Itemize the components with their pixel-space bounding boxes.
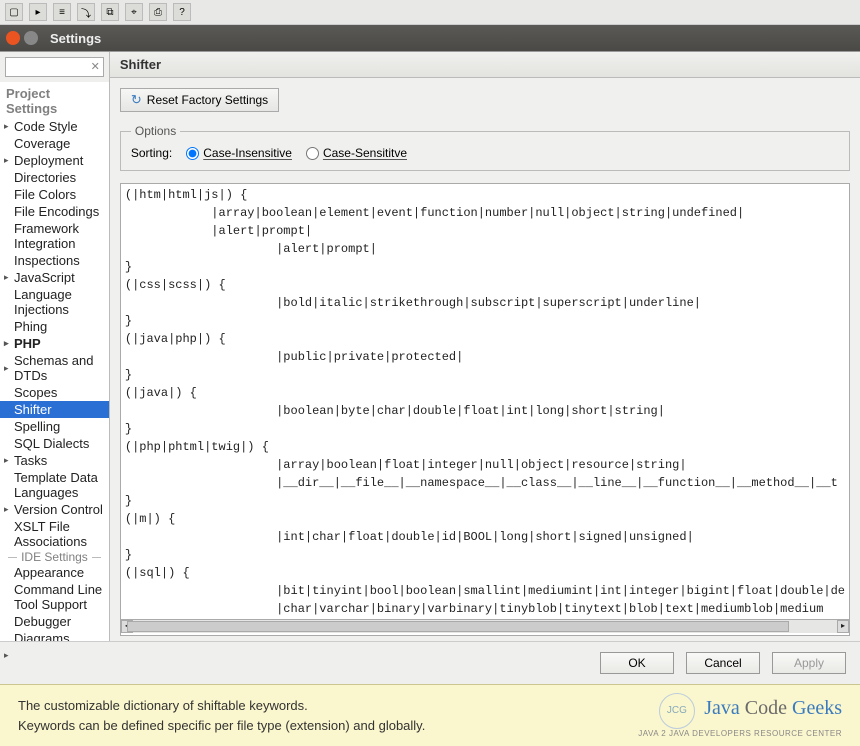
- horizontal-scrollbar[interactable]: ◂ ▸: [121, 619, 849, 633]
- toolbar-icon[interactable]: ⤵: [77, 3, 95, 21]
- settings-body: ✕ Project SettingsCode StyleCoverageDepl…: [0, 51, 860, 641]
- minimize-window-button[interactable]: [24, 31, 38, 45]
- toolbar-icon[interactable]: ≡: [53, 3, 71, 21]
- toolbar-icon[interactable]: ▢: [5, 3, 23, 21]
- reset-factory-button[interactable]: ↻ Reset Factory Settings: [120, 88, 279, 112]
- toolbar-icon[interactable]: ⧉: [101, 3, 119, 21]
- toolbar-icon[interactable]: ▸: [29, 3, 47, 21]
- settings-tree[interactable]: Project SettingsCode StyleCoverageDeploy…: [0, 82, 109, 641]
- jcg-logo-text: Java Code Geeks: [704, 697, 842, 719]
- tree-item-sql-dialects[interactable]: SQL Dialects: [0, 435, 109, 452]
- jcg-logo-subtitle: JAVA 2 JAVA DEVELOPERS RESOURCE CENTER: [638, 729, 842, 738]
- sorting-label: Sorting:: [131, 146, 172, 160]
- tree-item-debugger[interactable]: Debugger: [0, 613, 109, 630]
- scroll-right-arrow[interactable]: ▸: [837, 620, 849, 633]
- settings-panel: Shifter ↻ Reset Factory Settings Options…: [110, 52, 860, 641]
- radio-case-insensitive-input[interactable]: [186, 147, 199, 160]
- dictionary-editor[interactable]: (|htm|html|js|) { |array|boolean|element…: [120, 183, 850, 636]
- caption-line1: The customizable dictionary of shiftable…: [18, 696, 425, 716]
- caption-footer: The customizable dictionary of shiftable…: [0, 684, 860, 746]
- tree-item-deployment[interactable]: Deployment: [0, 152, 109, 169]
- caption-line2: Keywords can be defined specific per fil…: [18, 716, 425, 736]
- clear-search-icon[interactable]: ✕: [91, 60, 100, 73]
- reset-icon: ↻: [131, 92, 142, 108]
- jcg-badge: JCG: [659, 693, 695, 729]
- tree-section-header: Project Settings: [0, 84, 109, 118]
- options-group: Options Sorting: Case-Insensitive Case-S…: [120, 124, 850, 171]
- tree-item-language-injections[interactable]: Language Injections: [0, 286, 109, 318]
- tree-item-scopes[interactable]: Scopes: [0, 384, 109, 401]
- tree-item-inspections[interactable]: Inspections: [0, 252, 109, 269]
- caption-text: The customizable dictionary of shiftable…: [18, 696, 425, 735]
- apply-button[interactable]: Apply: [772, 652, 846, 674]
- tree-section-divider: IDE Settings: [0, 550, 109, 564]
- toolbar-icon[interactable]: ?: [173, 3, 191, 21]
- tree-item-command-line-tool-support[interactable]: Command Line Tool Support: [0, 581, 109, 613]
- radio-case-sensitive-input[interactable]: [306, 147, 319, 160]
- tree-item-template-data-languages[interactable]: Template Data Languages: [0, 469, 109, 501]
- tree-item-shifter[interactable]: Shifter: [0, 401, 109, 418]
- options-legend: Options: [131, 124, 180, 138]
- reset-label: Reset Factory Settings: [147, 93, 268, 107]
- tree-item-tasks[interactable]: Tasks: [0, 452, 109, 469]
- toolbar-icon[interactable]: ⎙: [149, 3, 167, 21]
- window-title: Settings: [50, 31, 101, 46]
- radio-case-insensitive[interactable]: Case-Insensitive: [186, 146, 292, 160]
- jcg-logo: JCG Java Code Geeks JAVA 2 JAVA DEVELOPE…: [638, 693, 842, 738]
- tree-item-framework-integration[interactable]: Framework Integration: [0, 220, 109, 252]
- close-window-button[interactable]: [6, 31, 20, 45]
- tree-item-code-style[interactable]: Code Style: [0, 118, 109, 135]
- tree-item-spelling[interactable]: Spelling: [0, 418, 109, 435]
- tree-item-javascript[interactable]: JavaScript: [0, 269, 109, 286]
- dialog-button-row: OK Cancel Apply: [0, 641, 860, 684]
- cancel-button[interactable]: Cancel: [686, 652, 760, 674]
- tree-item-xslt-file-associations[interactable]: XSLT File Associations: [0, 518, 109, 550]
- scroll-thumb[interactable]: [127, 621, 789, 632]
- panel-title: Shifter: [110, 52, 860, 78]
- search-row: ✕: [0, 52, 109, 82]
- settings-tree-column: ✕ Project SettingsCode StyleCoverageDepl…: [0, 52, 110, 641]
- tree-item-directories[interactable]: Directories: [0, 169, 109, 186]
- panel-content: ↻ Reset Factory Settings Options Sorting…: [110, 78, 860, 641]
- tree-item-file-encodings[interactable]: File Encodings: [0, 203, 109, 220]
- search-input[interactable]: [5, 57, 104, 77]
- app-toolbar: ▢ ▸ ≡ ⤵ ⧉ ⌖ ⎙ ?: [0, 0, 860, 25]
- tree-item-version-control[interactable]: Version Control: [0, 501, 109, 518]
- tree-item-php[interactable]: PHP: [0, 335, 109, 352]
- tree-item-coverage[interactable]: Coverage: [0, 135, 109, 152]
- tree-item-phing[interactable]: Phing: [0, 318, 109, 335]
- radio-case-sensitive[interactable]: Case-Sensititve: [306, 146, 407, 160]
- dictionary-text[interactable]: (|htm|html|js|) { |array|boolean|element…: [121, 184, 849, 619]
- tree-item-diagrams[interactable]: Diagrams: [0, 630, 109, 641]
- ok-button[interactable]: OK: [600, 652, 674, 674]
- tree-item-schemas-and-dtds[interactable]: Schemas and DTDs: [0, 352, 109, 384]
- tree-item-file-colors[interactable]: File Colors: [0, 186, 109, 203]
- toolbar-icon[interactable]: ⌖: [125, 3, 143, 21]
- tree-item-appearance[interactable]: Appearance: [0, 564, 109, 581]
- titlebar: Settings: [0, 25, 860, 51]
